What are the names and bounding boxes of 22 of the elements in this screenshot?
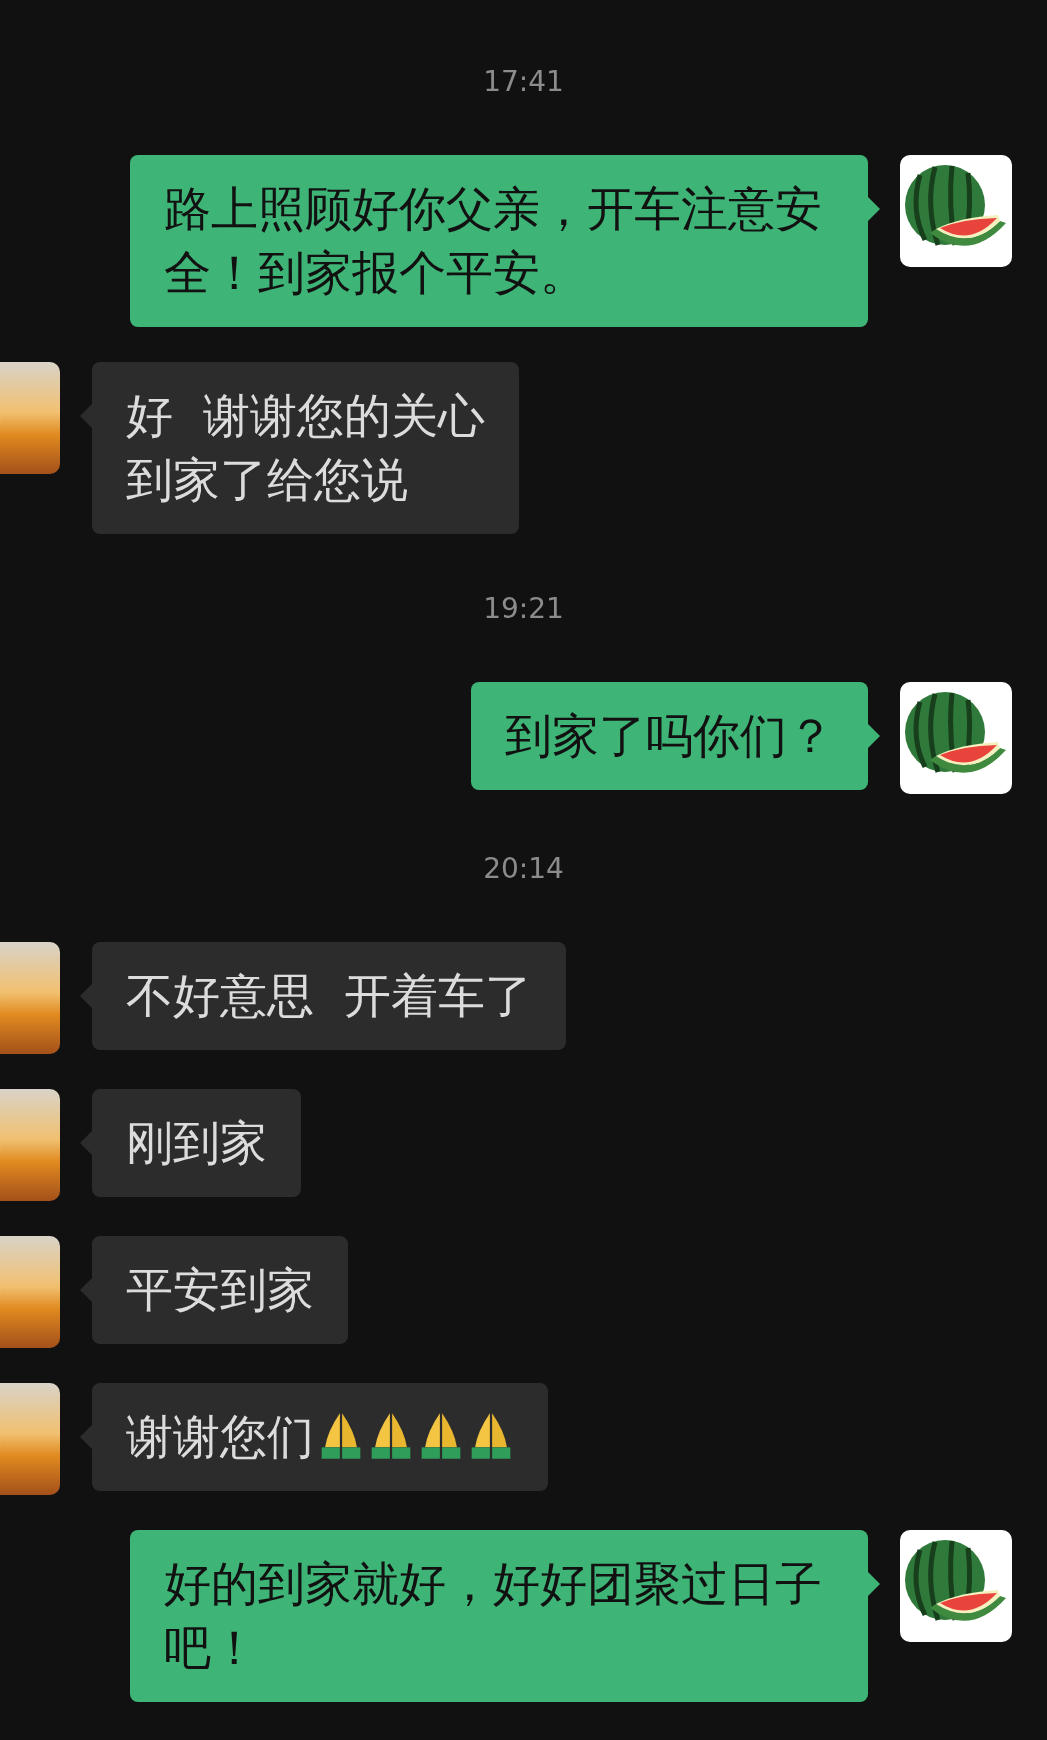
message-bubble: 路上照顾好你父亲，开车注意安全！到家报个平安。 [130, 155, 868, 327]
bubble-tail [80, 1278, 92, 1302]
message-bubble: 不好意思 开着车了 [92, 942, 566, 1050]
bubble-tail [80, 984, 92, 1008]
watermelon-avatar-drawing[interactable] [900, 155, 1012, 267]
timestamp: 17:41 [482, 64, 565, 100]
message-bubble: 平安到家 [92, 1236, 348, 1344]
message-bubble: 到家了吗你们？ [471, 682, 868, 790]
bubble-tail [868, 1572, 880, 1596]
message-text: 好 谢谢您的关心 [126, 387, 485, 445]
bubble-tail [80, 1425, 92, 1449]
timestamp: 19:21 [482, 591, 565, 627]
message-bubble: 谢谢您们 [92, 1383, 548, 1491]
bubble-tail [868, 724, 880, 748]
message-text: 到家了给您说 [126, 451, 408, 509]
message-bubble: 刚到家 [92, 1089, 301, 1197]
bubble-tail [868, 197, 880, 221]
watermelon-avatar-drawing[interactable] [900, 1530, 1012, 1642]
message-bubble: 好的到家就好，好好团聚过日子吧！ [130, 1530, 868, 1702]
bubble-tail [80, 1131, 92, 1155]
watermelon-avatar-drawing[interactable] [900, 682, 1012, 794]
timestamp: 20:14 [482, 851, 565, 887]
